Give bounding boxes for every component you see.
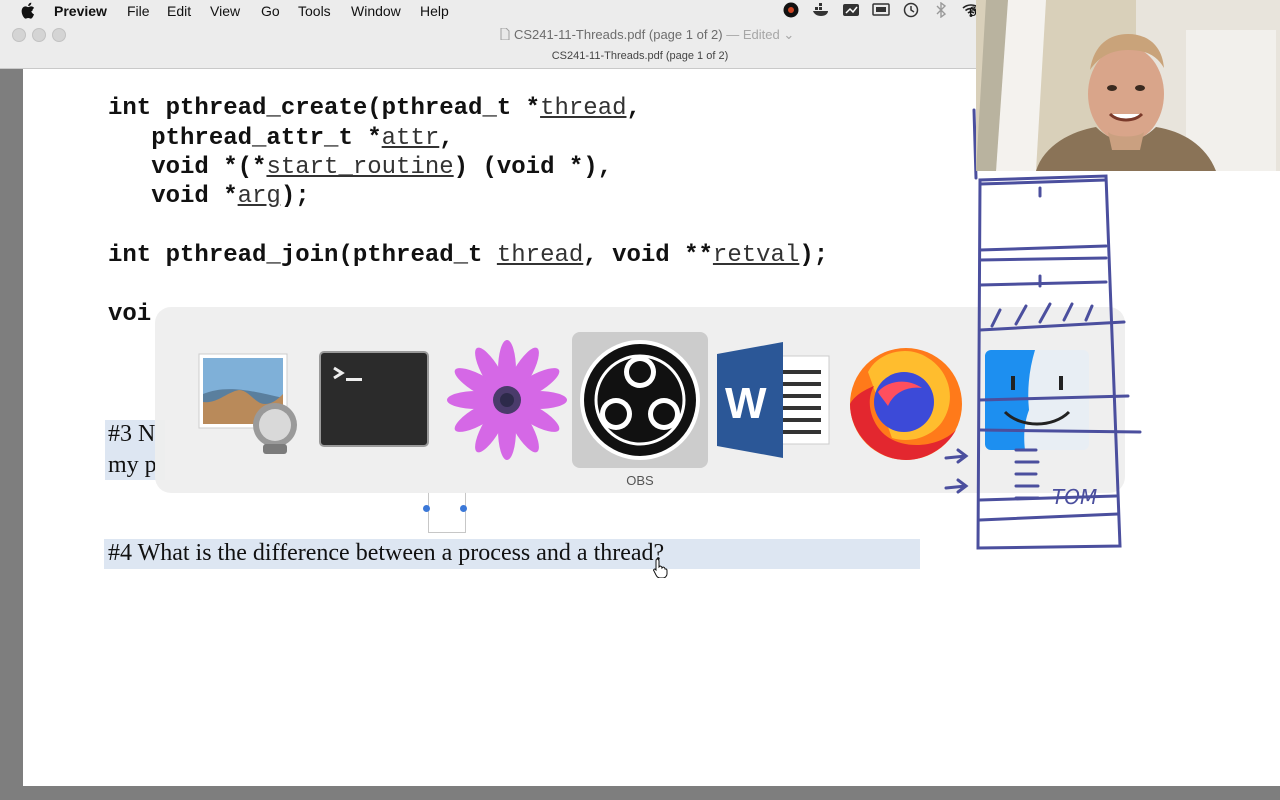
webcam-person-image bbox=[976, 0, 1280, 171]
text-box-outline[interactable] bbox=[428, 492, 466, 533]
menu-file[interactable]: File bbox=[127, 3, 150, 19]
code-line-1: int pthread_create(pthread_t *thread, bbox=[108, 95, 641, 122]
bluetooth-icon[interactable] bbox=[932, 2, 950, 18]
display-icon[interactable] bbox=[872, 2, 890, 18]
time-machine-icon[interactable] bbox=[902, 2, 920, 18]
code-line-2: pthread_attr_t *attr, bbox=[108, 125, 454, 152]
status-icons bbox=[782, 2, 980, 18]
apple-menu-icon[interactable] bbox=[20, 2, 35, 23]
resize-handle-left[interactable] bbox=[423, 505, 430, 512]
preview-app-icon bbox=[198, 353, 297, 454]
code-line-3: void *(*start_routine) (void *), bbox=[108, 154, 613, 181]
menu-view[interactable]: View bbox=[210, 3, 240, 19]
svg-text:W: W bbox=[725, 379, 767, 428]
docker-icon[interactable] bbox=[812, 2, 830, 18]
screenshot-icon[interactable] bbox=[842, 2, 860, 18]
code-line-4: void *arg); bbox=[108, 183, 310, 210]
app-word[interactable]: W bbox=[705, 332, 841, 468]
word-app-icon: W bbox=[717, 342, 830, 458]
app-flower[interactable] bbox=[439, 332, 575, 468]
app-obs[interactable] bbox=[572, 332, 708, 468]
close-button[interactable] bbox=[12, 28, 26, 42]
menu-app-name[interactable]: Preview bbox=[54, 3, 107, 19]
selected-app-label: OBS bbox=[626, 473, 654, 488]
question-4: #4 What is the difference between a proc… bbox=[108, 540, 665, 566]
menu-edit[interactable]: Edit bbox=[167, 3, 191, 19]
obs-status-icon[interactable] bbox=[782, 2, 800, 18]
menu-help[interactable]: Help bbox=[420, 3, 449, 19]
resize-handle-right[interactable] bbox=[460, 505, 467, 512]
question-3-line-a: #3 N bbox=[108, 421, 156, 447]
zoom-button[interactable] bbox=[52, 28, 66, 42]
terminal-app-icon bbox=[319, 351, 429, 447]
flower-app-icon bbox=[447, 340, 567, 460]
obs-app-icon bbox=[580, 340, 700, 460]
question-3-line-b: my p bbox=[108, 452, 157, 478]
webcam-overlay bbox=[976, 0, 1280, 171]
edited-indicator[interactable]: — Edited ⌄ bbox=[726, 27, 794, 42]
window-title[interactable]: CS241-11-Threads.pdf (page 1 of 2) — Edi… bbox=[500, 27, 794, 43]
minimize-button[interactable] bbox=[32, 28, 46, 42]
pdf-document-icon bbox=[500, 27, 510, 41]
menu-tools[interactable]: Tools bbox=[298, 3, 331, 19]
menu-window[interactable]: Window bbox=[351, 3, 401, 19]
window-titlebar: CS241-11-Threads.pdf (page 1 of 2) — Edi… bbox=[0, 22, 976, 69]
app-terminal[interactable] bbox=[306, 332, 442, 468]
code-line-partial: voi bbox=[108, 301, 152, 328]
code-line-join: int pthread_join(pthread_t thread, void … bbox=[108, 242, 829, 269]
app-preview[interactable] bbox=[177, 332, 313, 468]
handwritten-tom-label: TOM bbox=[1052, 485, 1097, 509]
hand-cursor-icon bbox=[653, 558, 668, 578]
menu-go[interactable]: Go bbox=[261, 3, 280, 19]
window-title-text: CS241-11-Threads.pdf (page 1 of 2) bbox=[514, 27, 723, 42]
